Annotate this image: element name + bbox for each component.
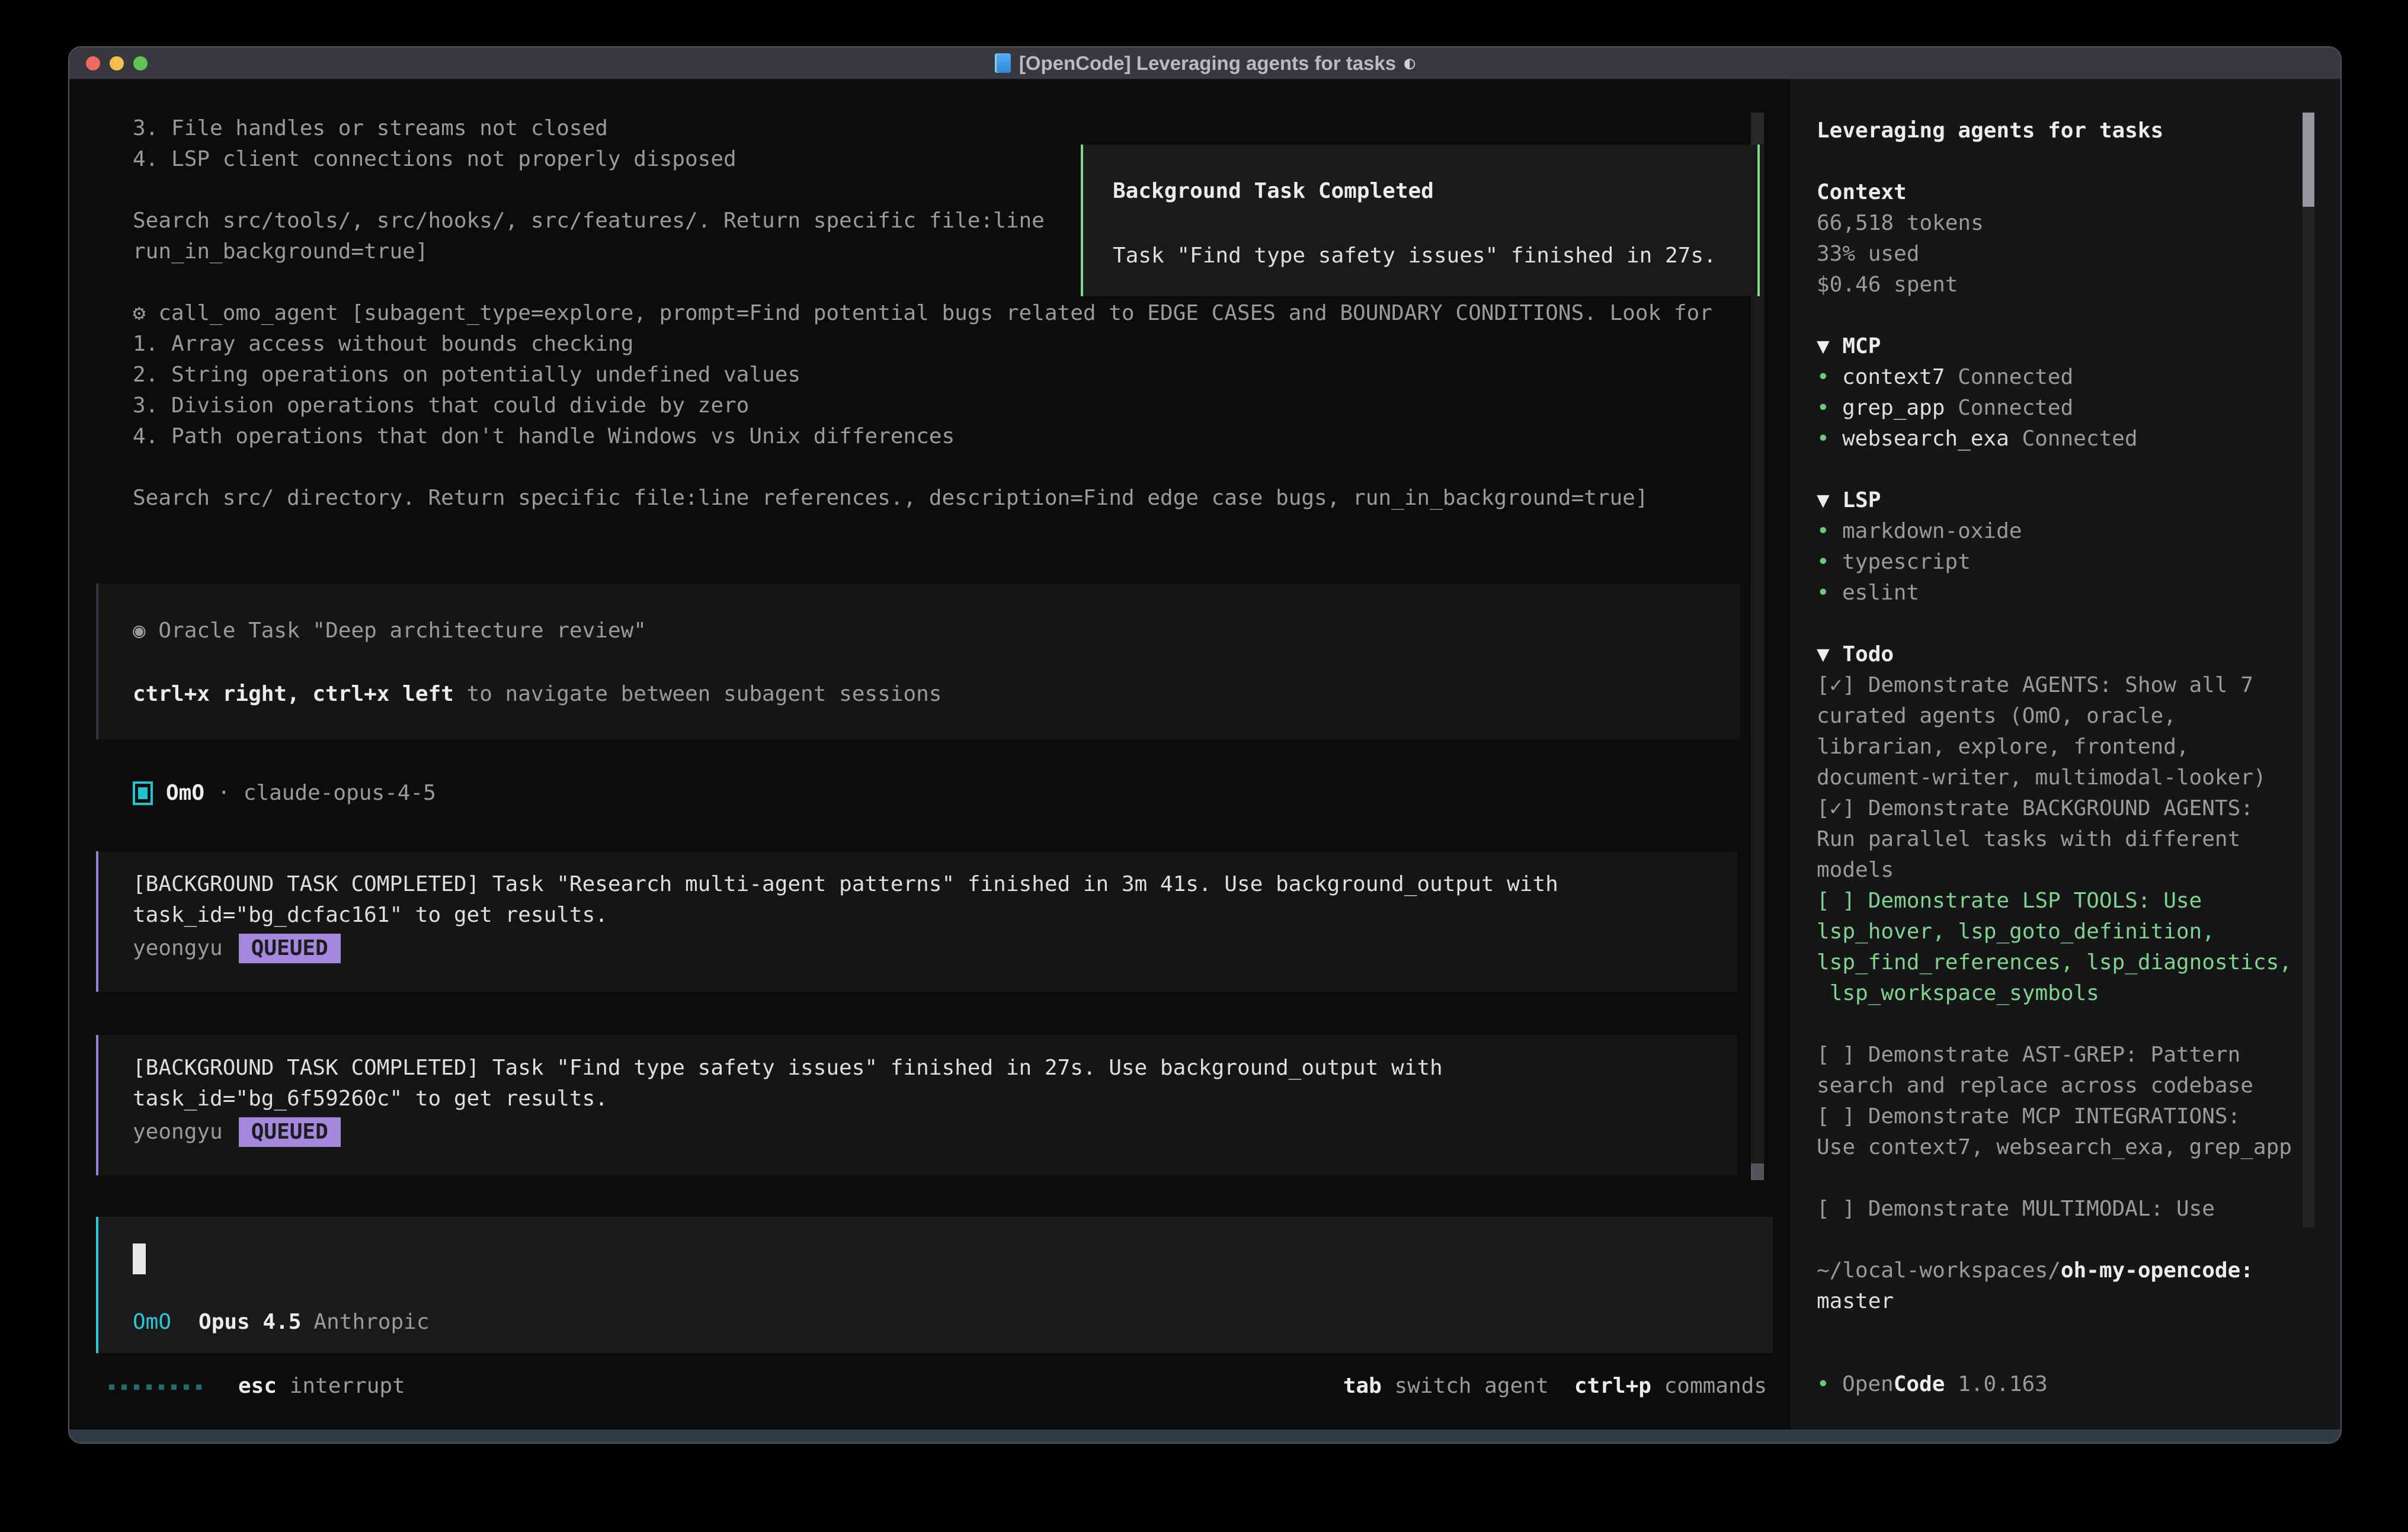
todo-list: [✓] Demonstrate AGENTS: Show all 7 curat…: [1817, 670, 2319, 1225]
bullet-icon: •: [1817, 1369, 1842, 1400]
oracle-navigation-hint: ctrl+x right, ctrl+x left to navigate be…: [133, 679, 1740, 710]
todo-item: [ ] Demonstrate LSP TOOLS: Use lsp_hover…: [1817, 886, 2319, 1009]
mcp-status: Connected: [1945, 362, 2073, 393]
esc-key-label: esc: [238, 1374, 277, 1398]
tab-action-label: switch agent: [1382, 1374, 1574, 1398]
message-author-row: yeongyu QUEUED: [133, 1117, 1714, 1148]
bullet-icon: •: [1817, 516, 1842, 547]
spinner-icon: ◐: [1404, 53, 1415, 73]
message-body: [BACKGROUND TASK COMPLETED] Task "Find t…: [133, 1053, 1714, 1114]
message-author: yeongyu: [133, 933, 223, 964]
model-info-row: OmO Opus 4.5 Anthropic: [133, 1307, 430, 1338]
prompt-input[interactable]: OmO Opus 4.5 Anthropic: [96, 1217, 1773, 1353]
title-bar: [OpenCode] Leveraging agents for tasks ◐: [69, 47, 2340, 79]
ctrlp-key-label: ctrl+p: [1574, 1374, 1651, 1398]
mcp-item: •websearch_exa Connected: [1817, 424, 2319, 454]
agent-icon: [133, 781, 153, 805]
status-badge: QUEUED: [239, 1117, 341, 1147]
session-title: Leveraging agents for tasks: [1817, 116, 2319, 146]
context-tokens: 66,518 tokens: [1817, 208, 2319, 239]
version-number: 1.0.163: [1945, 1369, 2047, 1400]
window-footer-bar: [69, 1430, 2340, 1444]
sidebar-scrollbar[interactable]: [2303, 113, 2314, 1227]
mcp-name: grep_app: [1842, 393, 1945, 424]
window-title-group: [OpenCode] Leveraging agents for tasks ◐: [69, 47, 2340, 79]
input-agent-name: OmO: [133, 1310, 171, 1334]
background-task-toast[interactable]: Background Task Completed Task "Find typ…: [1081, 145, 1760, 296]
toast-title: Background Task Completed: [1113, 176, 1757, 207]
window-title: [OpenCode] Leveraging agents for tasks: [1019, 52, 1396, 75]
todo-item: [ ] Demonstrate MULTIMODAL: Use: [1817, 1194, 2319, 1225]
agent-model: claude-opus-4-5: [244, 778, 436, 809]
todo-item: [✓] Demonstrate AGENTS: Show all 7 curat…: [1817, 670, 2319, 793]
mcp-item: •context7 Connected: [1817, 362, 2319, 393]
tab-key-label: tab: [1343, 1374, 1382, 1398]
bullet-icon: •: [1817, 362, 1842, 393]
mcp-name: context7: [1842, 362, 1945, 393]
statusbar-shortcut-hints: tab switch agent ctrl+p commands: [1343, 1371, 1767, 1402]
agent-header: OmO · claude-opus-4-5: [133, 778, 436, 809]
status-badge: QUEUED: [239, 934, 341, 963]
todo-item: [ ] Demonstrate MCP INTEGRATIONS: Use co…: [1817, 1101, 2319, 1163]
chat-scrollbar-thumb[interactable]: [1751, 1164, 1764, 1180]
bullet-icon: •: [1817, 547, 1842, 578]
lsp-name: typescript: [1842, 547, 1971, 578]
toast-body: Task "Find type safety issues" finished …: [1113, 241, 1757, 271]
oracle-task-title: ◉ Oracle Task "Deep architecture review": [133, 616, 1740, 646]
version-name-dim: Open: [1842, 1369, 1894, 1400]
esc-action-label: interrupt: [277, 1374, 405, 1398]
oracle-hint-text: to navigate between subagent sessions: [454, 682, 942, 706]
context-used: 33% used: [1817, 239, 2319, 270]
lsp-name: eslint: [1842, 578, 1919, 608]
input-model-name: Opus 4.5: [198, 1310, 301, 1334]
lsp-name: markdown-oxide: [1842, 516, 2022, 547]
todo-section-heading[interactable]: ▼ Todo: [1817, 639, 2319, 670]
ctrlp-action-label: commands: [1651, 1374, 1767, 1398]
oracle-hint-shortcut: ctrl+x right, ctrl+x left: [133, 682, 454, 706]
agent-separator: ·: [217, 778, 230, 809]
background-task-message[interactable]: [BACKGROUND TASK COMPLETED] Task "Find t…: [96, 1035, 1737, 1175]
bullet-icon: •: [1817, 578, 1842, 608]
chat-scrollbar-cap: [1751, 113, 1764, 145]
workspace-path-prefix: ~/local-workspaces/: [1817, 1258, 2061, 1283]
todo-item: [✓] Demonstrate BACKGROUND AGENTS: Run p…: [1817, 793, 2319, 886]
mcp-name: websearch_exa: [1842, 424, 2009, 454]
context-heading: Context: [1817, 177, 2319, 208]
document-icon: [995, 53, 1011, 73]
mcp-section-heading[interactable]: ▼ MCP: [1817, 331, 2319, 362]
session-sidebar: Leveraging agents for tasks Context 66,5…: [1791, 79, 2342, 1430]
lsp-item: •markdown-oxide: [1817, 516, 2319, 547]
message-author-row: yeongyu QUEUED: [133, 933, 1714, 964]
context-spent: $0.46 spent: [1817, 270, 2319, 300]
version-row: •OpenCode 1.0.163: [1817, 1369, 2048, 1400]
mcp-item: •grep_app Connected: [1817, 393, 2319, 424]
agent-name: OmO: [166, 778, 204, 809]
mcp-status: Connected: [2009, 424, 2138, 454]
input-model-provider: Anthropic: [313, 1310, 429, 1334]
bullet-icon: •: [1817, 393, 1842, 424]
bullet-icon: •: [1817, 424, 1842, 454]
todo-item: [ ] Demonstrate AST-GREP: Pattern search…: [1817, 1040, 2319, 1101]
oracle-task-panel[interactable]: ◉ Oracle Task "Deep architecture review"…: [96, 584, 1740, 739]
text-cursor: [133, 1243, 146, 1274]
workspace-repo: oh-my-opencode:: [2061, 1258, 2253, 1283]
workspace-path: ~/local-workspaces/oh-my-opencode:: [1817, 1255, 2319, 1286]
lsp-item: •typescript: [1817, 547, 2319, 578]
lsp-section-heading[interactable]: ▼ LSP: [1817, 485, 2319, 516]
lsp-item: •eslint: [1817, 578, 2319, 608]
activity-dots: [109, 1384, 201, 1390]
sidebar-scrollbar-thumb[interactable]: [2303, 113, 2314, 207]
mcp-status: Connected: [1945, 393, 2073, 424]
background-task-message[interactable]: [BACKGROUND TASK COMPLETED] Task "Resear…: [96, 851, 1737, 992]
workspace-branch: master: [1817, 1286, 2319, 1317]
message-body: [BACKGROUND TASK COMPLETED] Task "Resear…: [133, 869, 1714, 931]
app-window: [OpenCode] Leveraging agents for tasks ◐…: [68, 46, 2342, 1444]
statusbar-interrupt-hint: esc interrupt: [238, 1371, 405, 1402]
version-name-bold: Code: [1894, 1369, 1945, 1400]
message-author: yeongyu: [133, 1117, 223, 1148]
